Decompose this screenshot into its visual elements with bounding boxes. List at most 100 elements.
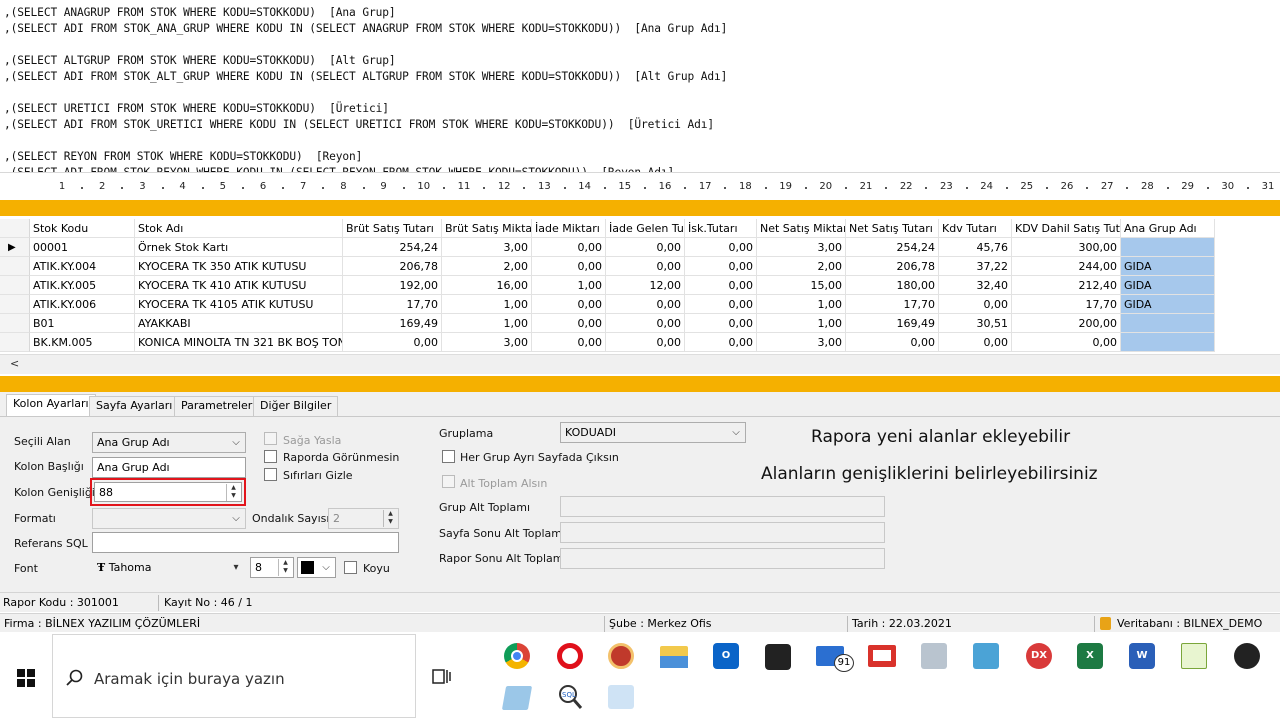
grid-cell[interactable]: 300,00 [1012, 238, 1121, 257]
grid-cell[interactable]: KYOCERA TK 410 ATIK KUTUSU [135, 276, 343, 295]
grid-cell[interactable] [1121, 314, 1215, 333]
formati-select[interactable]: ⌵ [92, 508, 246, 529]
grid-cell[interactable]: 169,49 [846, 314, 939, 333]
sifirlari-gizle-checkbox[interactable] [264, 468, 277, 481]
grid-cell[interactable]: 1,00 [442, 295, 532, 314]
grid-cell[interactable]: 32,40 [939, 276, 1012, 295]
grid-cell[interactable]: 30,51 [939, 314, 1012, 333]
grid-cell[interactable]: 0,00 [685, 295, 757, 314]
grid-cell[interactable]: GIDA [1121, 295, 1215, 314]
grid-cell[interactable] [1121, 238, 1215, 257]
grid-cell[interactable]: ATIK.KY.004 [30, 257, 135, 276]
column-header[interactable]: Kdv Tutarı [939, 219, 1012, 238]
grid-cell[interactable]: 0,00 [532, 238, 606, 257]
grid-cell[interactable]: 0,00 [532, 333, 606, 352]
grid-cell[interactable]: 0,00 [1012, 333, 1121, 352]
column-header[interactable]: Net Satış Miktarı [757, 219, 846, 238]
grid-cell[interactable]: 16,00 [442, 276, 532, 295]
grid-cell[interactable]: 0,00 [606, 238, 685, 257]
row-indicator[interactable] [0, 295, 30, 314]
her-grup-checkbox[interactable] [442, 450, 455, 463]
grid-cell[interactable]: 37,22 [939, 257, 1012, 276]
rapor-sonu-input[interactable] [560, 548, 885, 569]
grid-cell[interactable]: 180,00 [846, 276, 939, 295]
font-color-select[interactable]: ⌵ [297, 557, 336, 578]
grid-cell[interactable]: 206,78 [343, 257, 442, 276]
grid-cell[interactable]: 254,24 [343, 238, 442, 257]
grid-cell[interactable]: 0,00 [685, 314, 757, 333]
grid-cell[interactable]: 3,00 [757, 238, 846, 257]
grid-cell[interactable]: 12,00 [606, 276, 685, 295]
grid-cell[interactable]: 0,00 [606, 295, 685, 314]
grid-cell[interactable]: 0,00 [606, 257, 685, 276]
obs-icon[interactable] [1234, 643, 1260, 669]
grup-alt-toplami-input[interactable] [560, 496, 885, 517]
grid-cell[interactable]: 212,40 [1012, 276, 1121, 295]
grid-cell[interactable]: 0,00 [606, 333, 685, 352]
chrome-icon[interactable] [504, 643, 530, 669]
column-header[interactable]: Brüt Satış Tutarı [343, 219, 442, 238]
grid-cell[interactable]: ATIK.KY.005 [30, 276, 135, 295]
referans-sql-input[interactable] [92, 532, 399, 553]
tools-icon[interactable] [921, 643, 947, 669]
grid-cell[interactable]: 0,00 [939, 333, 1012, 352]
grid-cell[interactable]: 00001 [30, 238, 135, 257]
word-icon[interactable]: W [1129, 643, 1155, 669]
column-header[interactable]: Net Satış Tutarı [846, 219, 939, 238]
grid-cell[interactable]: 3,00 [757, 333, 846, 352]
grid-cell[interactable]: 2,00 [442, 257, 532, 276]
font-size-stepper[interactable]: ▲ ▼ [278, 559, 292, 576]
column-header[interactable]: İade Gelen Tutarı [606, 219, 685, 238]
column-header[interactable]: Stok Kodu [30, 219, 135, 238]
secili-alan-select[interactable]: Ana Grup Adı ⌵ [92, 432, 246, 453]
ondalik-input[interactable]: 2 ▲ ▼ [328, 508, 399, 529]
grid-cell[interactable]: Örnek Stok Kartı [135, 238, 343, 257]
grid-cell[interactable]: 0,00 [685, 333, 757, 352]
column-header[interactable]: İade Miktarı [532, 219, 606, 238]
grid-cell[interactable] [1121, 333, 1215, 352]
font-select[interactable]: Ŧ Tahoma ▾ [92, 557, 246, 578]
grid-cell[interactable]: BK.KM.005 [30, 333, 135, 352]
grid-cell[interactable]: 0,00 [685, 238, 757, 257]
grid-cell[interactable]: 45,76 [939, 238, 1012, 257]
grid-cell[interactable]: 1,00 [757, 295, 846, 314]
tab-parametreler[interactable]: Parametreler [174, 396, 260, 416]
grid-cell[interactable]: 17,70 [846, 295, 939, 314]
sql-search-icon[interactable]: SQL [557, 684, 583, 710]
grid-cell[interactable]: 0,00 [939, 295, 1012, 314]
column-header[interactable]: Brüt Satış Miktarı [442, 219, 532, 238]
grid-cell[interactable]: ATIK.KY.006 [30, 295, 135, 314]
grid-cell[interactable]: 3,00 [442, 238, 532, 257]
alt-toplam-checkbox[interactable] [442, 475, 455, 488]
store-icon[interactable] [765, 644, 791, 670]
grid-cell[interactable]: 0,00 [532, 257, 606, 276]
grid-cell[interactable]: 200,00 [1012, 314, 1121, 333]
grid-cell[interactable]: 0,00 [532, 314, 606, 333]
grid-cell[interactable]: B01 [30, 314, 135, 333]
grid-cell[interactable]: 1,00 [442, 314, 532, 333]
font-size-input[interactable]: 8 ▲ ▼ [250, 557, 294, 578]
scroll-left-icon[interactable]: < [10, 357, 19, 370]
grid-cell[interactable]: 244,00 [1012, 257, 1121, 276]
sql-editor[interactable]: ,(SELECT ANAGRUP FROM STOK WHERE KODU=ST… [0, 0, 1280, 172]
grid-cell[interactable]: 0,00 [685, 257, 757, 276]
grid-cell[interactable]: GIDA [1121, 276, 1215, 295]
grid-cell[interactable]: 0,00 [606, 314, 685, 333]
grid-cell[interactable]: 0,00 [343, 333, 442, 352]
grid-cell[interactable]: 0,00 [846, 333, 939, 352]
excel-icon[interactable]: X [1077, 643, 1103, 669]
chart-app-icon[interactable] [1181, 643, 1207, 669]
sayfa-sonu-input[interactable] [560, 522, 885, 543]
grid-cell[interactable]: KYOCERA TK 4105 ATIK KUTUSU [135, 295, 343, 314]
grid-cell[interactable]: GIDA [1121, 257, 1215, 276]
row-indicator[interactable] [0, 314, 30, 333]
grid-cell[interactable]: AYAKKABI [135, 314, 343, 333]
grid-cell[interactable]: 15,00 [757, 276, 846, 295]
grid-cell[interactable]: KONICA MINOLTA TN 321 BK BOŞ TONER [135, 333, 343, 352]
taskbar-search-box[interactable]: Aramak için buraya yazın [52, 634, 416, 718]
grid-cell[interactable]: 169,49 [343, 314, 442, 333]
row-indicator[interactable] [0, 276, 30, 295]
grid-cell[interactable]: 1,00 [757, 314, 846, 333]
grid-cell[interactable]: 254,24 [846, 238, 939, 257]
data-grid[interactable]: Stok Kodu Stok Adı Brüt Satış Tutarı Brüt S… [0, 218, 1280, 354]
